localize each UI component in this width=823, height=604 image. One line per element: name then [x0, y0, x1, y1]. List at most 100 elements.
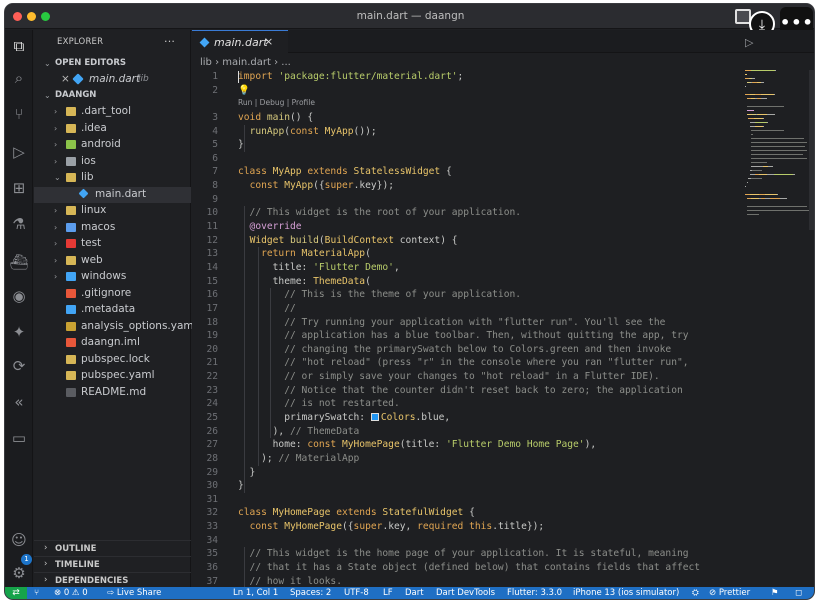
tree-item[interactable]: analysis_options.yaml — [34, 319, 197, 335]
tree-item[interactable]: README.md — [34, 385, 191, 401]
folder-icon — [66, 255, 76, 265]
code-token: // that it has a State object (defined b… — [238, 562, 701, 574]
chevron-icon[interactable]: › — [54, 157, 57, 166]
folder-icon[interactable]: ▭ — [9, 428, 29, 448]
encoding-status[interactable]: UTF-8 — [344, 588, 369, 598]
code-editor[interactable]: 1 import 'package:flutter/material.dart';… — [192, 70, 752, 589]
python-icon[interactable]: ✦ — [9, 322, 29, 342]
tree-item[interactable]: › windows — [34, 269, 191, 285]
project-header[interactable]: ⌄ DAANGN — [34, 88, 191, 104]
problems-status[interactable]: ⊗ 0 ⚠ 0 — [54, 588, 88, 598]
breadcrumb[interactable]: lib › main.dart › ... — [200, 57, 291, 68]
eol-status[interactable]: LF — [383, 588, 393, 598]
remote-indicator[interactable]: ⇄ — [5, 587, 27, 599]
dart-file-icon — [72, 73, 84, 85]
editor-area: main.dart × ▷ lib › main.dart › ... 1 imp… — [192, 30, 814, 589]
source-control-icon[interactable]: ⑂ — [9, 104, 29, 124]
indentation-status[interactable]: Spaces: 2 — [290, 588, 331, 598]
line-number: 2 — [212, 84, 218, 96]
tree-item[interactable]: pubspec.yaml — [34, 368, 191, 384]
tree-item[interactable]: › test — [34, 236, 191, 252]
notifications-icon[interactable]: ◻ — [795, 588, 802, 598]
code-token: MyHomePage — [341, 439, 400, 451]
tab-close-icon[interactable]: × — [264, 35, 273, 48]
minimap-line — [769, 198, 781, 199]
account-icon[interactable]: ☺ — [9, 530, 29, 550]
minimap-line — [759, 174, 768, 175]
prettier-status[interactable]: ⊘ Prettier — [709, 588, 750, 598]
chevron-icon[interactable]: › — [54, 256, 57, 265]
code-token: // This widget is the home page of your … — [238, 548, 689, 560]
chevron-icon[interactable]: › — [54, 206, 57, 215]
devtools-status[interactable]: Dart DevTools — [436, 588, 495, 598]
codelens[interactable]: Run | Debug | Profile — [238, 98, 315, 107]
tree-item[interactable]: main.dart — [34, 186, 191, 203]
tree-item[interactable]: › .idea — [34, 121, 191, 137]
feedback-icon[interactable]: ⚑ — [771, 588, 779, 598]
github-icon[interactable]: ◉ — [9, 286, 29, 306]
settings-gear-icon[interactable]: ⚙ — [9, 563, 29, 583]
explorer-icon[interactable]: ⧉ — [9, 36, 29, 56]
docker-icon[interactable]: ⛴ — [9, 252, 29, 272]
minimap-line — [746, 214, 760, 215]
extensions-icon[interactable]: ⊞ — [9, 178, 29, 198]
search-icon[interactable]: ⌕ — [9, 68, 29, 88]
project-label: DAANGN — [55, 90, 97, 100]
explorer-sidebar: EXPLORER ··· ⌄ OPEN EDITORS × main.dart … — [34, 30, 197, 588]
tree-item[interactable]: pubspec.lock — [34, 352, 191, 368]
tree-item[interactable]: ⌄ lib — [34, 170, 191, 186]
minimap-line — [751, 146, 805, 147]
tree-item[interactable]: › web — [34, 253, 191, 269]
tree-item-label: .gitignore — [81, 286, 132, 299]
tree-item[interactable]: .metadata — [34, 302, 191, 318]
language-status[interactable]: Dart — [405, 588, 424, 598]
minimap-line — [766, 122, 768, 123]
code-line: ); // MaterialApp — [238, 453, 359, 464]
tree-item[interactable]: › macos — [34, 220, 191, 236]
timeline-section[interactable]: › TIMELINE — [34, 556, 191, 572]
close-editor-icon[interactable]: × — [61, 73, 70, 85]
flutter-version-status[interactable]: Flutter: 3.3.0 — [507, 588, 562, 598]
chevron-icon[interactable]: › — [54, 107, 57, 116]
timeline-label: TIMELINE — [55, 560, 100, 570]
explorer-more-icon[interactable]: ··· — [164, 35, 175, 48]
tree-item[interactable]: › android — [34, 137, 191, 153]
chevron-icon[interactable]: › — [54, 272, 57, 281]
tree-item[interactable]: .gitignore — [34, 286, 191, 302]
code-token: super — [353, 521, 383, 533]
code-line: // changing the primarySwatch below to C… — [238, 344, 671, 355]
file-icon — [78, 188, 89, 198]
color-swatch[interactable] — [370, 413, 379, 421]
source-control-status-icon[interactable]: ⑂ — [34, 588, 39, 598]
minimap[interactable] — [745, 70, 809, 220]
chevron-icon[interactable]: › — [54, 140, 57, 149]
folder-icon — [66, 173, 76, 182]
flutter-icon[interactable]: « — [9, 392, 29, 412]
device-status[interactable]: iPhone 13 (ios simulator) — [573, 588, 679, 598]
tree-item[interactable]: daangn.iml — [34, 335, 191, 351]
run-file-icon[interactable]: ▷ — [745, 36, 753, 49]
outline-section[interactable]: › OUTLINE — [34, 540, 191, 556]
cursor-position[interactable]: Ln 1, Col 1 — [233, 588, 278, 598]
chevron-icon[interactable]: ⌄ — [54, 173, 61, 182]
tree-item[interactable]: › linux — [34, 203, 191, 219]
remote-explorer-icon[interactable]: ⟳ — [9, 356, 29, 376]
chevron-icon[interactable]: › — [54, 239, 57, 248]
chevron-icon[interactable]: › — [54, 124, 57, 133]
tree-item[interactable]: › ios — [34, 154, 191, 170]
line-number: 1 — [212, 71, 218, 82]
chevron-icon[interactable]: › — [54, 223, 57, 232]
tree-item[interactable]: › .dart_tool — [34, 104, 191, 120]
open-editor-item[interactable]: × main.dart lib — [34, 72, 191, 88]
testing-icon[interactable]: ⚗ — [9, 214, 29, 234]
live-share-status[interactable]: ⇨ Live Share — [107, 588, 161, 598]
code-token: // — [238, 302, 296, 314]
code-token: // how it looks. — [238, 575, 342, 587]
tab-main-dart[interactable]: main.dart × — [192, 30, 288, 53]
dart-icon[interactable]: ⛭ — [692, 588, 699, 598]
run-debug-icon[interactable]: ▷ — [9, 142, 29, 162]
code-token: { — [445, 166, 452, 178]
open-editors-header[interactable]: ⌄ OPEN EDITORS — [34, 56, 191, 72]
editor-scrollbar[interactable] — [809, 70, 814, 230]
dependencies-section[interactable]: › DEPENDENCIES — [34, 572, 191, 588]
